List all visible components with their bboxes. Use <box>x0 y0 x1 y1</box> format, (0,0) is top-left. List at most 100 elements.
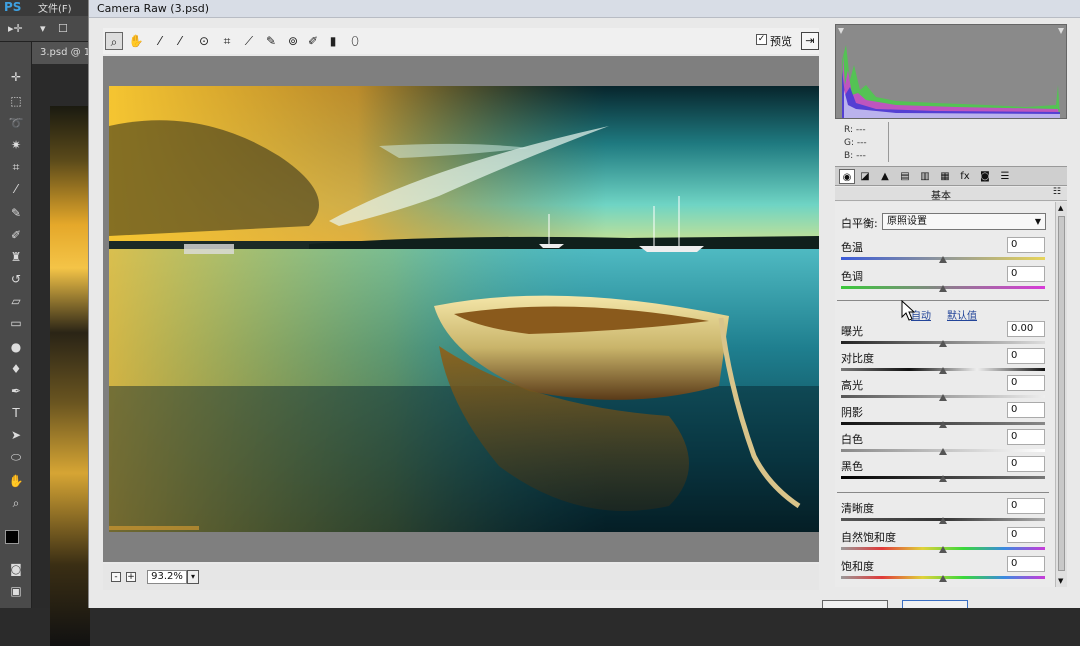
scroll-up-icon[interactable]: ▲ <box>1058 204 1063 212</box>
move-tool-preset-icon[interactable]: ▸✛ <box>8 22 23 35</box>
healing-brush-tool-icon[interactable]: ✎ <box>6 204 26 222</box>
brush-tool-icon[interactable]: ✐ <box>6 226 26 244</box>
path-selection-tool-icon[interactable]: ➤ <box>6 426 26 444</box>
temperature-slider-thumb[interactable] <box>939 256 947 263</box>
tint-slider-thumb[interactable] <box>939 285 947 292</box>
zoom-in-button[interactable]: + <box>126 572 136 582</box>
quick-mask-icon[interactable]: ◙ <box>6 560 26 578</box>
clone-stamp-tool-icon[interactable]: ♜ <box>6 248 26 266</box>
highlights-slider-thumb[interactable] <box>939 394 947 401</box>
scroll-down-icon[interactable]: ▼ <box>1058 577 1063 585</box>
vibrance-input[interactable]: 0 <box>1007 527 1045 543</box>
ok-button[interactable] <box>902 600 968 608</box>
panel-scrollbar[interactable]: ▲ ▼ <box>1055 202 1067 587</box>
adjustment-brush-icon[interactable]: ✐ <box>304 32 322 50</box>
dropdown-arrow-icon[interactable]: ▾ <box>40 22 46 35</box>
move-tool-icon[interactable]: ✛ <box>6 68 26 86</box>
eraser-tool-icon[interactable]: ▱ <box>6 292 26 310</box>
mouse-cursor-icon <box>901 300 915 321</box>
crop-icon[interactable]: ⌗ <box>218 32 236 50</box>
graduated-filter-icon[interactable]: ▮ <box>324 32 342 50</box>
blur-tool-icon[interactable]: ● <box>6 338 26 356</box>
tint-input[interactable]: 0 <box>1007 266 1045 282</box>
whites-label: 白色 <box>841 433 863 446</box>
whites-slider-thumb[interactable] <box>939 448 947 455</box>
color-sampler-icon[interactable]: ⁄ <box>171 32 189 50</box>
eyedropper-tool-icon[interactable]: ⁄ <box>6 180 26 198</box>
tone-curve-icon[interactable]: ◪ <box>857 169 873 184</box>
preview-photo[interactable] <box>109 86 819 532</box>
type-tool-icon[interactable]: T <box>6 404 26 422</box>
hand-icon[interactable]: ✋ <box>127 32 145 50</box>
marquee-tool-icon[interactable]: ⬚ <box>6 92 26 110</box>
fullscreen-button[interactable]: ⇥ <box>801 32 819 50</box>
contrast-input[interactable]: 0 <box>1007 348 1045 364</box>
blacks-input[interactable]: 0 <box>1007 456 1045 472</box>
highlights-label: 高光 <box>841 379 863 392</box>
clarity-input[interactable]: 0 <box>1007 498 1045 514</box>
scrollbar-thumb[interactable] <box>1058 216 1065 571</box>
dodge-tool-icon[interactable]: ♦ <box>6 360 26 378</box>
foreground-color-swatch[interactable] <box>5 530 19 544</box>
white-balance-icon[interactable]: ⁄ <box>151 32 169 50</box>
cancel-button[interactable] <box>822 600 888 608</box>
lasso-tool-icon[interactable]: ➰ <box>6 114 26 132</box>
exposure-slider-thumb[interactable] <box>939 340 947 347</box>
dialog-title: Camera Raw (3.psd) <box>97 2 210 15</box>
straighten-icon[interactable]: ⟋ <box>240 32 258 50</box>
effects-icon[interactable]: fx <box>957 169 973 184</box>
highlights-input[interactable]: 0 <box>1007 375 1045 391</box>
gradient-tool-icon[interactable]: ▭ <box>6 314 26 332</box>
spot-removal-icon[interactable]: ✎ <box>262 32 280 50</box>
ellipse-tool-icon[interactable]: ⬭ <box>6 448 26 466</box>
section-divider <box>837 300 1049 301</box>
zoom-out-button[interactable]: - <box>111 572 121 582</box>
red-eye-icon[interactable]: ⊚ <box>284 32 302 50</box>
vibrance-slider-thumb[interactable] <box>939 546 947 553</box>
document-tab[interactable]: 3.psd @ 1 <box>40 47 90 58</box>
shadows-slider-thumb[interactable] <box>939 421 947 428</box>
zoom-icon[interactable]: ⌕ <box>105 32 123 50</box>
auto-select-checkbox[interactable]: ☐ <box>58 22 68 35</box>
targeted-adjustment-icon[interactable]: ⊙ <box>195 32 213 50</box>
hsl-icon[interactable]: ▤ <box>897 169 913 184</box>
panel-menu-icon[interactable]: ☷ <box>1053 187 1061 197</box>
radial-filter-icon[interactable]: ⬯ <box>346 32 364 50</box>
detail-icon[interactable]: ▲ <box>877 169 893 184</box>
basic-icon[interactable]: ◉ <box>839 169 855 184</box>
blue-value: B: --- <box>844 151 866 161</box>
contrast-slider-thumb[interactable] <box>939 367 947 374</box>
zoom-dropdown-arrow-icon[interactable]: ▾ <box>187 570 199 584</box>
hand-tool-icon[interactable]: ✋ <box>6 472 26 490</box>
white-balance-select[interactable]: 原照设置 ▼ <box>882 213 1046 230</box>
split-toning-icon[interactable]: ▥ <box>917 169 933 184</box>
rgb-readout: R: --- G: --- B: --- <box>835 120 1067 164</box>
preview-checkbox[interactable]: ✓ <box>756 34 767 45</box>
menu-file[interactable]: 文件(F) <box>38 0 72 15</box>
pen-tool-icon[interactable]: ✒ <box>6 382 26 400</box>
default-link[interactable]: 默认值 <box>947 307 977 322</box>
exposure-input[interactable]: 0.00 <box>1007 321 1045 337</box>
saturation-slider-thumb[interactable] <box>939 575 947 582</box>
readout-divider <box>888 122 889 162</box>
shadows-label: 阴影 <box>841 406 863 419</box>
camera-calibration-icon[interactable]: ◙ <box>977 169 993 184</box>
magic-wand-tool-icon[interactable]: ✷ <box>6 136 26 154</box>
exposure-label: 曝光 <box>841 325 863 338</box>
crop-tool-icon[interactable]: ⌗ <box>6 158 26 176</box>
whites-input[interactable]: 0 <box>1007 429 1045 445</box>
dialog-titlebar[interactable]: Camera Raw (3.psd) <box>89 0 1080 18</box>
lens-corrections-icon[interactable]: ▦ <box>937 169 953 184</box>
blacks-slider-thumb[interactable] <box>939 475 947 482</box>
saturation-input[interactable]: 0 <box>1007 556 1045 572</box>
clarity-slider-thumb[interactable] <box>939 517 947 524</box>
options-bar: ▸✛ ▾ ☐ <box>0 16 90 42</box>
temperature-input[interactable]: 0 <box>1007 237 1045 253</box>
zoom-tool-icon[interactable]: ⌕ <box>6 494 26 512</box>
preview-label: 预览 <box>770 35 792 48</box>
presets-icon[interactable]: ☰ <box>997 169 1013 184</box>
zoom-level-field[interactable]: 93.2% <box>147 570 187 584</box>
history-brush-tool-icon[interactable]: ↺ <box>6 270 26 288</box>
screen-mode-icon[interactable]: ▣ <box>6 582 26 600</box>
shadows-input[interactable]: 0 <box>1007 402 1045 418</box>
